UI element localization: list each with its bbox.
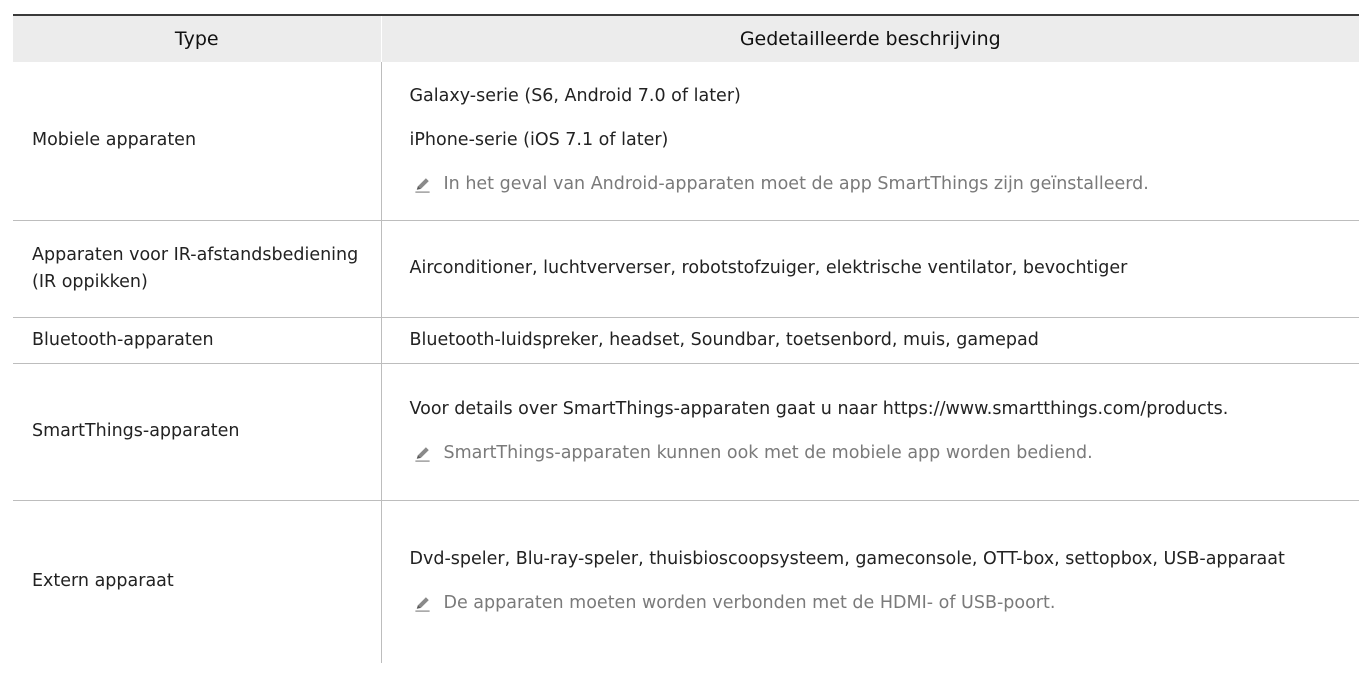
description-text: Galaxy-serie (S6, Android 7.0 of later) bbox=[409, 86, 741, 107]
description-text: Bluetooth-luidspreker, headset, Soundbar… bbox=[409, 329, 1039, 350]
description-text: Airconditioner, luchtververser, robotsto… bbox=[409, 258, 1128, 278]
column-header-description: Gedetailleerde beschrijving bbox=[380, 14, 1359, 62]
note: In het geval van Android-apparaten moet … bbox=[410, 171, 1346, 198]
description-text: iPhone-serie (iOS 7.1 of later) bbox=[409, 130, 669, 151]
description-cell: Dvd-speler, Blu-ray-speler, thuisbioscoo… bbox=[380, 500, 1359, 663]
table-header-row: Type Gedetailleerde beschrijving bbox=[13, 14, 1359, 62]
note: SmartThings-apparaten kunnen ook met de … bbox=[410, 440, 1346, 467]
description-cell: Galaxy-serie (S6, Android 7.0 of later) … bbox=[380, 62, 1359, 221]
type-cell: Bluetooth-apparaten bbox=[13, 317, 381, 364]
description-cell: Voor details over SmartThings-apparaten … bbox=[380, 363, 1359, 501]
type-cell: Apparaten voor IR-afstandsbediening (IR … bbox=[13, 220, 381, 318]
note-text: SmartThings-apparaten kunnen ook met de … bbox=[443, 443, 1093, 463]
device-table: Type Gedetailleerde beschrijving Mobiele… bbox=[13, 14, 1359, 663]
description-text: Dvd-speler, Blu-ray-speler, thuisbioscoo… bbox=[409, 549, 1285, 570]
type-cell: SmartThings-apparaten bbox=[13, 363, 381, 501]
type-cell: Extern apparaat bbox=[32, 571, 174, 592]
column-header-type: Type bbox=[13, 14, 381, 62]
note: De apparaten moeten worden verbonden met… bbox=[410, 590, 1346, 617]
pencil-icon bbox=[414, 447, 430, 462]
description-cell: Airconditioner, luchtververser, robotsto… bbox=[380, 220, 1359, 318]
table-row: Bluetooth-apparaten Bluetooth-luidspreke… bbox=[13, 317, 1359, 364]
table-row: Apparaten voor IR-afstandsbediening (IR … bbox=[13, 220, 1359, 318]
pencil-icon bbox=[414, 178, 430, 193]
table-row: Mobiele apparaten Galaxy-serie (S6, Andr… bbox=[13, 62, 1359, 221]
pencil-icon bbox=[414, 597, 430, 612]
table-row: SmartThings-apparaten Voor details over … bbox=[13, 363, 1359, 501]
type-cell: Mobiele apparaten bbox=[13, 62, 381, 221]
table-row: Extern apparaat Dvd-speler, Blu-ray-spel… bbox=[13, 500, 1359, 663]
note-text: De apparaten moeten worden verbonden met… bbox=[443, 593, 1056, 614]
description-cell: Bluetooth-luidspreker, headset, Soundbar… bbox=[380, 317, 1359, 364]
note-text: In het geval van Android-apparaten moet … bbox=[443, 174, 1149, 195]
description-text: Voor details over SmartThings-apparaten … bbox=[409, 399, 1229, 419]
